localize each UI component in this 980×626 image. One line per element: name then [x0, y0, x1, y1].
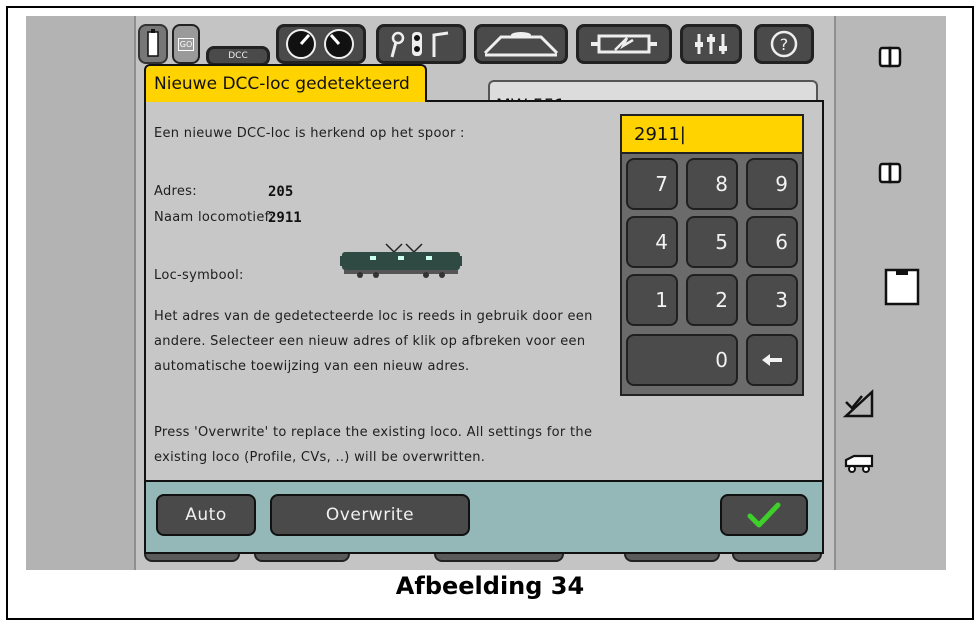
track-icon — [483, 32, 559, 57]
symbol-label: Loc-symbool: — [154, 268, 244, 283]
locomotive-button[interactable] — [576, 24, 672, 64]
page-icon[interactable] — [884, 268, 920, 306]
locomotive-icon — [591, 34, 657, 54]
name-label: Naam locomotief: — [154, 210, 274, 225]
auto-button[interactable]: Auto — [156, 494, 256, 536]
figure-caption: Afbeelding 34 — [395, 572, 585, 600]
confirm-button[interactable] — [720, 494, 808, 536]
dcc-button[interactable]: DCC — [206, 46, 270, 66]
key-3[interactable]: 3 — [746, 274, 798, 326]
help-button[interactable]: ? — [754, 24, 814, 64]
backspace-key[interactable] — [746, 334, 798, 386]
message-english: Press 'Overwrite' to replace the existin… — [154, 425, 593, 465]
loco-small-icon[interactable] — [842, 452, 876, 474]
key-5[interactable]: 5 — [686, 216, 738, 268]
gauges-icon — [286, 29, 354, 59]
go-button[interactable]: GO — [172, 24, 200, 64]
numeric-keypad: 2911| 7 8 9 4 5 6 1 2 3 0 — [620, 114, 804, 396]
key-signal-icon — [390, 31, 449, 58]
device-screen: GO DCC ? Nieuwe DCC-loc gedetekteerd Een… — [26, 16, 946, 570]
key-9[interactable]: 9 — [746, 158, 798, 210]
electric-locomotive-icon — [340, 243, 462, 278]
key-0[interactable]: 0 — [626, 334, 738, 386]
address-label: Adres: — [154, 184, 197, 199]
go-button-label: GO — [177, 37, 195, 51]
checkmark-icon — [747, 502, 781, 528]
help-icon: ? — [770, 30, 798, 58]
go-stop-button[interactable] — [138, 24, 168, 64]
left-panel — [26, 16, 136, 570]
track-button[interactable] — [474, 24, 568, 64]
arrow-left-icon — [762, 354, 782, 366]
new-loco-dialog: Een nieuwe DCC-loc is herkend op het spo… — [144, 100, 824, 554]
loco-front-light-icon[interactable] — [878, 46, 902, 68]
key-7[interactable]: 7 — [626, 158, 678, 210]
dcc-button-label: DCC — [228, 51, 248, 61]
key-1[interactable]: 1 — [626, 274, 678, 326]
right-panel — [834, 16, 946, 570]
name-value: 2911 — [268, 210, 302, 226]
dialog-title: Nieuwe DCC-loc gedetekteerd — [144, 64, 427, 102]
keypad-display[interactable]: 2911| — [622, 116, 802, 154]
shunt-icon[interactable] — [842, 388, 876, 420]
overwrite-button[interactable]: Overwrite — [270, 494, 470, 536]
address-value: 205 — [268, 184, 294, 200]
dialog-body: Een nieuwe DCC-loc is herkend op het spo… — [146, 102, 822, 480]
key-2[interactable]: 2 — [686, 274, 738, 326]
dialog-footer: Auto Overwrite — [146, 480, 822, 552]
settings-button[interactable] — [680, 24, 742, 64]
dialog-intro: Een nieuwe DCC-loc is herkend op het spo… — [154, 126, 465, 141]
message-dutch: Het adres van de gedetecteerde loc is re… — [154, 309, 593, 374]
svg-text:?: ? — [780, 35, 789, 54]
keys-signals-button[interactable] — [376, 24, 466, 64]
key-4[interactable]: 4 — [626, 216, 678, 268]
sliders-icon — [695, 34, 727, 54]
go-stop-icon — [147, 29, 159, 57]
key-6[interactable]: 6 — [746, 216, 798, 268]
loco-rear-light-icon[interactable] — [878, 162, 902, 184]
gauges-button[interactable] — [276, 24, 366, 64]
key-8[interactable]: 8 — [686, 158, 738, 210]
